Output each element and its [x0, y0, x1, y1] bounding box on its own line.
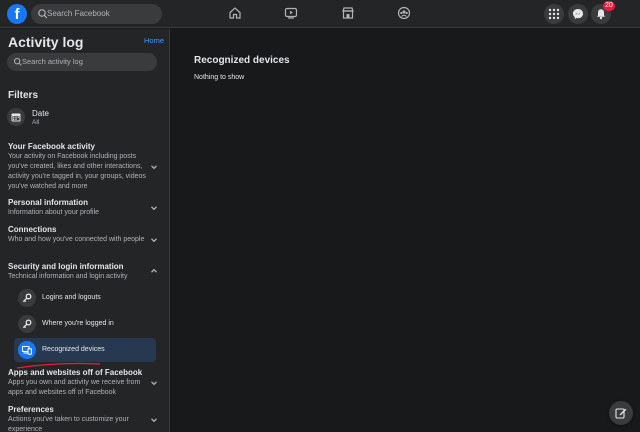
compose-icon	[615, 408, 627, 419]
search-placeholder: Search activity log	[22, 57, 83, 66]
notification-count-badge: 20	[603, 1, 615, 11]
home-icon[interactable]	[228, 6, 242, 20]
sidebar-item-recognized-devices[interactable]: Recognized devices	[14, 338, 156, 362]
empty-state-text: Nothing to show	[194, 74, 245, 81]
content-heading: Recognized devices	[194, 55, 290, 66]
section-your-facebook-activity[interactable]: Your Facebook activity Your activity on …	[8, 142, 148, 192]
section-description: Information about your profile	[8, 209, 100, 216]
activity-log-sidebar: Activity log Home Search activity log Fi…	[0, 29, 170, 432]
home-link[interactable]: Home	[144, 36, 164, 45]
section-description: Who and how you've connected with people	[8, 236, 145, 243]
section-description: Technical information and login activity	[8, 273, 128, 280]
chevron-up-icon[interactable]	[150, 267, 158, 275]
chevron-down-icon[interactable]	[150, 163, 158, 171]
search-placeholder: Search Facebook	[47, 9, 110, 18]
menu-button[interactable]	[544, 4, 564, 24]
grid-menu-icon	[548, 8, 560, 20]
section-description: Apps you own and activity we receive fro…	[8, 379, 141, 396]
messenger-button[interactable]	[568, 4, 588, 24]
facebook-search-input[interactable]: Search Facebook	[31, 4, 162, 24]
facebook-logo[interactable]: f	[7, 4, 27, 24]
sidebar-item-logins-and-logouts[interactable]: Logins and logouts	[14, 286, 156, 310]
new-message-button[interactable]	[609, 401, 633, 425]
section-preferences[interactable]: Preferences Actions you've taken to cust…	[8, 405, 148, 432]
key-icon	[18, 315, 36, 333]
watch-icon[interactable]	[284, 6, 298, 20]
section-description: Your activity on Facebook including post…	[8, 153, 146, 190]
date-filter-value: All	[32, 119, 40, 126]
section-apps-and-websites[interactable]: Apps and websites off of Facebook Apps y…	[8, 368, 148, 398]
activity-log-search-input[interactable]: Search activity log	[7, 53, 157, 71]
messenger-icon	[573, 9, 583, 19]
key-icon	[18, 289, 36, 307]
sidebar-item-label: Recognized devices	[42, 346, 105, 353]
section-title: Security and login information	[8, 262, 124, 271]
marketplace-icon[interactable]	[341, 6, 355, 20]
chevron-down-icon[interactable]	[150, 416, 158, 424]
section-title: Preferences	[8, 405, 54, 414]
chevron-down-icon[interactable]	[150, 236, 158, 244]
date-filter-label[interactable]: Date	[32, 109, 49, 118]
groups-icon[interactable]	[397, 6, 411, 20]
section-personal-information[interactable]: Personal information Information about y…	[8, 198, 148, 218]
section-title: Your Facebook activity	[8, 142, 95, 151]
devices-icon	[18, 341, 36, 359]
top-navigation-bar: f Search Facebook 20	[0, 0, 640, 28]
chevron-down-icon[interactable]	[150, 204, 158, 212]
section-title: Connections	[8, 225, 57, 234]
calendar-icon	[11, 113, 21, 122]
section-title: Apps and websites off of Facebook	[8, 368, 143, 377]
sidebar-item-label: Logins and logouts	[42, 294, 101, 301]
section-description: Actions you've taken to customize your e…	[8, 416, 129, 432]
sidebar-item-where-youre-logged-in[interactable]: Where you're logged in	[14, 312, 156, 336]
chevron-down-icon[interactable]	[150, 379, 158, 387]
page-title: Activity log	[8, 34, 84, 50]
section-security-and-login[interactable]: Security and login information Technical…	[8, 262, 148, 282]
sidebar-item-label: Where you're logged in	[42, 320, 114, 327]
section-connections[interactable]: Connections Who and how you've connected…	[8, 225, 148, 245]
section-title: Personal information	[8, 198, 89, 207]
date-filter-button[interactable]	[7, 108, 25, 126]
filters-heading: Filters	[8, 90, 39, 101]
